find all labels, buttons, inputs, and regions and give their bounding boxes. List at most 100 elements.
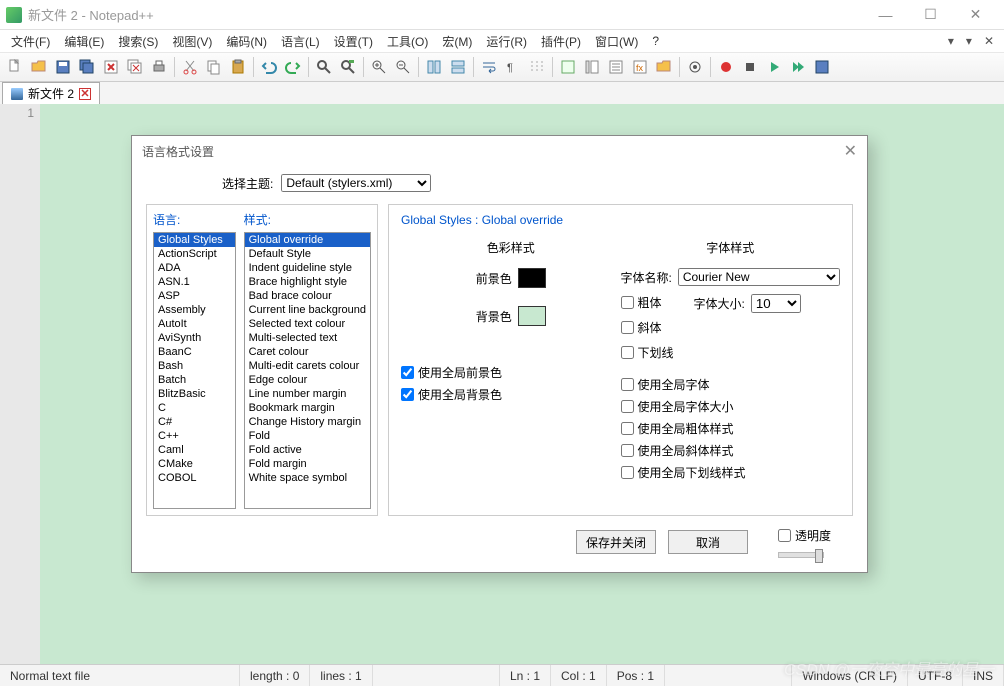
tab-file[interactable]: 新文件 2 ✕ (2, 82, 100, 104)
menu-search[interactable]: 搜索(S) (111, 31, 165, 52)
udl-icon[interactable] (557, 56, 579, 78)
style-item[interactable]: Bookmark margin (245, 401, 370, 415)
wordwrap-icon[interactable] (478, 56, 500, 78)
language-item[interactable]: ASP (154, 289, 235, 303)
func-list-icon[interactable]: fx (629, 56, 651, 78)
menu-language[interactable]: 语言(L) (274, 31, 327, 52)
open-file-icon[interactable] (28, 56, 50, 78)
language-item[interactable]: ActionScript (154, 247, 235, 261)
menu-run[interactable]: 运行(R) (479, 31, 534, 52)
italic-checkbox[interactable] (621, 321, 634, 334)
language-item[interactable]: BaanC (154, 345, 235, 359)
language-item[interactable]: ASN.1 (154, 275, 235, 289)
close-file-icon[interactable] (100, 56, 122, 78)
stop-icon[interactable] (739, 56, 761, 78)
language-item[interactable]: C (154, 401, 235, 415)
save-macro-icon[interactable] (811, 56, 833, 78)
dialog-close-icon[interactable]: ✕ (844, 141, 857, 161)
font-size-select[interactable]: 10 (751, 294, 801, 313)
style-item[interactable]: Global override (245, 233, 370, 247)
style-item[interactable]: Multi-selected text (245, 331, 370, 345)
doc-map-icon[interactable] (581, 56, 603, 78)
style-item[interactable]: Edge colour (245, 373, 370, 387)
copy-icon[interactable] (203, 56, 225, 78)
language-item[interactable]: Bash (154, 359, 235, 373)
menu-plugins[interactable]: 插件(P) (534, 31, 588, 52)
close-all-icon[interactable] (124, 56, 146, 78)
language-listbox[interactable]: Global StylesActionScriptADAASN.1ASPAsse… (153, 232, 236, 509)
window-menu-icon[interactable]: ▾ (960, 32, 978, 50)
menu-tools[interactable]: 工具(O) (380, 31, 435, 52)
style-item[interactable]: Caret colour (245, 345, 370, 359)
language-item[interactable]: C++ (154, 429, 235, 443)
sync-v-icon[interactable] (423, 56, 445, 78)
play-icon[interactable] (763, 56, 785, 78)
language-item[interactable]: Caml (154, 443, 235, 457)
menu-overflow-icon[interactable]: ▾ (942, 32, 960, 50)
style-item[interactable]: Indent guideline style (245, 261, 370, 275)
save-icon[interactable] (52, 56, 74, 78)
use-global-bg-checkbox[interactable] (401, 388, 414, 401)
style-item[interactable]: Default Style (245, 247, 370, 261)
use-global-bold-checkbox[interactable] (621, 422, 634, 435)
undo-icon[interactable] (258, 56, 280, 78)
menu-macro[interactable]: 宏(M) (435, 31, 479, 52)
theme-select[interactable]: Default (stylers.xml) (281, 174, 431, 192)
sync-h-icon[interactable] (447, 56, 469, 78)
language-item[interactable]: Batch (154, 373, 235, 387)
language-item[interactable]: AutoIt (154, 317, 235, 331)
language-item[interactable]: Assembly (154, 303, 235, 317)
style-item[interactable]: Selected text colour (245, 317, 370, 331)
maximize-button[interactable]: ☐ (908, 0, 953, 30)
menu-settings[interactable]: 设置(T) (327, 31, 380, 52)
underline-checkbox[interactable] (621, 346, 634, 359)
bold-checkbox[interactable] (621, 296, 634, 309)
transparency-checkbox[interactable] (778, 529, 791, 542)
style-item[interactable]: Brace highlight style (245, 275, 370, 289)
bg-color-swatch[interactable] (518, 306, 546, 326)
style-listbox[interactable]: Global overrideDefault StyleIndent guide… (244, 232, 371, 509)
language-item[interactable]: AviSynth (154, 331, 235, 345)
redo-icon[interactable] (282, 56, 304, 78)
find-icon[interactable] (313, 56, 335, 78)
minimize-button[interactable]: — (863, 0, 908, 30)
monitor-icon[interactable] (684, 56, 706, 78)
style-item[interactable]: Current line background (245, 303, 370, 317)
style-item[interactable]: Fold margin (245, 457, 370, 471)
close-button[interactable]: ✕ (953, 0, 998, 30)
language-item[interactable]: Global Styles (154, 233, 235, 247)
language-item[interactable]: COBOL (154, 471, 235, 485)
use-global-italic-checkbox[interactable] (621, 444, 634, 457)
style-item[interactable]: Bad brace colour (245, 289, 370, 303)
tab-close-icon[interactable]: ✕ (79, 88, 91, 100)
transparency-slider[interactable] (778, 552, 824, 558)
cancel-button[interactable]: 取消 (668, 530, 748, 554)
style-item[interactable]: Line number margin (245, 387, 370, 401)
indent-guide-icon[interactable] (526, 56, 548, 78)
language-item[interactable]: ADA (154, 261, 235, 275)
fg-color-swatch[interactable] (518, 268, 546, 288)
style-item[interactable]: Multi-edit carets colour (245, 359, 370, 373)
paste-icon[interactable] (227, 56, 249, 78)
cut-icon[interactable] (179, 56, 201, 78)
new-file-icon[interactable] (4, 56, 26, 78)
record-icon[interactable] (715, 56, 737, 78)
language-item[interactable]: C# (154, 415, 235, 429)
language-item[interactable]: CMake (154, 457, 235, 471)
zoom-in-icon[interactable] (368, 56, 390, 78)
print-icon[interactable] (148, 56, 170, 78)
menu-file[interactable]: 文件(F) (4, 31, 57, 52)
replace-icon[interactable] (337, 56, 359, 78)
zoom-out-icon[interactable] (392, 56, 414, 78)
all-chars-icon[interactable]: ¶ (502, 56, 524, 78)
use-global-underline-checkbox[interactable] (621, 466, 634, 479)
style-item[interactable]: White space symbol (245, 471, 370, 485)
menu-window[interactable]: 窗口(W) (588, 31, 645, 52)
font-name-select[interactable]: Courier New (678, 268, 840, 286)
save-all-icon[interactable] (76, 56, 98, 78)
menu-encoding[interactable]: 编码(N) (219, 31, 274, 52)
use-global-font-checkbox[interactable] (621, 378, 634, 391)
style-item[interactable]: Fold active (245, 443, 370, 457)
save-close-button[interactable]: 保存并关闭 (576, 530, 656, 554)
style-item[interactable]: Fold (245, 429, 370, 443)
